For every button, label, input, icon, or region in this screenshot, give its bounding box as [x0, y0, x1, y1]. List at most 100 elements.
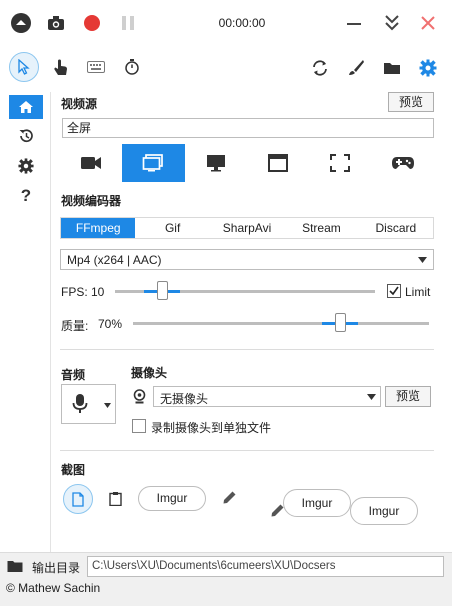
stopwatch-icon — [125, 59, 139, 75]
mode-region[interactable] — [309, 144, 372, 182]
recording-timer: 00:00:00 — [218, 16, 266, 30]
mode-game[interactable] — [371, 144, 434, 182]
tab-stream[interactable]: Stream — [284, 218, 358, 238]
imgur-toggle[interactable]: Imgur — [138, 486, 206, 511]
folder-icon — [7, 560, 23, 572]
sidebar-item-settings[interactable] — [9, 155, 43, 177]
tab-sharpavi[interactable]: SharpAvi — [210, 218, 284, 238]
screenshot-button[interactable] — [46, 13, 66, 33]
monitor-icon — [206, 155, 225, 172]
clipboard-toggle[interactable] — [106, 489, 124, 507]
quality-value: 70% — [98, 317, 123, 331]
cursor-icon — [18, 59, 30, 75]
quality-slider-thumb[interactable] — [335, 313, 346, 332]
video-source-field[interactable]: 全屏 — [62, 118, 434, 138]
imgur-toggle-3[interactable]: Imgur — [350, 497, 418, 525]
screenshot-label: 截图 — [61, 463, 86, 477]
encoder-tabs: FFmpeg Gif SharpAvi Stream Discard — [60, 217, 434, 239]
save-to-disk-toggle[interactable] — [63, 484, 93, 514]
chevron-down-icon — [367, 394, 376, 400]
record-button[interactable] — [82, 13, 102, 33]
sidebar-item-help[interactable]: ? — [9, 185, 43, 207]
separate-file-checkbox[interactable] — [132, 419, 146, 433]
minimize-button[interactable] — [344, 14, 364, 34]
quality-slider-track — [133, 322, 429, 325]
webcam-select[interactable]: 无摄像头 — [153, 386, 381, 407]
pause-button[interactable] — [118, 13, 138, 33]
brush-icon — [349, 60, 364, 75]
codec-select[interactable]: Mp4 (x264 | AAC) — [60, 249, 434, 270]
imgur-toggle-2[interactable]: Imgur — [283, 489, 351, 517]
microphone-dropdown[interactable] — [61, 384, 116, 424]
refresh-button[interactable] — [310, 58, 330, 78]
collapse-icon — [11, 13, 31, 33]
title-bar: 00:00:00 — [0, 0, 452, 48]
refresh-icon — [313, 60, 327, 76]
editor-toggle[interactable] — [220, 488, 238, 506]
fps-label: FPS: — [61, 285, 88, 299]
webcam-icon — [133, 388, 145, 403]
webcam-indicator — [132, 388, 146, 404]
minimize-to-tray-button[interactable] — [382, 12, 402, 34]
double-chevron-down-icon — [385, 15, 399, 31]
open-output-folder-button[interactable] — [382, 58, 402, 78]
sidebar-divider — [50, 92, 51, 552]
video-encoder-label: 视频编码器 — [61, 194, 122, 208]
output-folder-label: 输出目录 — [32, 561, 81, 575]
microphone-icon — [72, 394, 88, 413]
output-path-field[interactable]: C:\Users\XU\Documents\6cumeers\XU\Docser… — [87, 556, 444, 577]
tab-ffmpeg[interactable]: FFmpeg — [61, 218, 136, 238]
settings-button[interactable] — [418, 58, 438, 78]
document-icon — [72, 491, 84, 507]
keystrokes-toggle[interactable] — [86, 60, 106, 74]
tab-discard[interactable]: Discard — [359, 218, 433, 238]
close-button[interactable] — [418, 13, 438, 33]
chevron-down-icon — [418, 257, 427, 263]
home-icon — [19, 101, 33, 113]
pencil-icon — [223, 491, 235, 503]
tool-row — [0, 50, 452, 88]
collapse-button[interactable] — [10, 12, 32, 34]
clicks-toggle[interactable] — [52, 58, 70, 78]
close-icon — [421, 16, 435, 30]
fps-slider[interactable] — [115, 281, 375, 301]
quality-slider[interactable] — [133, 313, 429, 333]
folder-icon — [384, 63, 400, 74]
camera-icon — [81, 157, 102, 169]
output-folder-button[interactable] — [6, 558, 24, 574]
video-source-label: 视频源 — [61, 97, 98, 111]
draw-button[interactable] — [346, 58, 366, 78]
section-divider — [60, 349, 434, 350]
copyright-text: © Mathew Sachin — [6, 581, 101, 595]
quality-label: 质量: — [61, 319, 89, 333]
help-icon: ? — [20, 186, 32, 205]
fps-slider-thumb[interactable] — [157, 281, 168, 300]
mode-screen[interactable] — [122, 144, 185, 182]
webcam-preview-button[interactable]: 预览 — [385, 386, 431, 407]
chevron-down-icon — [104, 403, 111, 408]
audio-label: 音频 — [61, 368, 86, 382]
checkmark-icon — [389, 286, 399, 296]
clipboard-icon — [108, 491, 122, 506]
mode-webcam[interactable] — [60, 144, 123, 182]
record-icon — [84, 15, 100, 31]
minimize-icon — [347, 23, 361, 25]
status-bar: 输出目录 C:\Users\XU\Documents\6cumeers\XU\D… — [0, 552, 452, 606]
tab-gif[interactable]: Gif — [135, 218, 209, 238]
video-source-preview-button[interactable]: 预览 — [388, 92, 434, 112]
camera-icon — [48, 16, 64, 30]
webcam-select-value: 无摄像头 — [160, 392, 209, 406]
gear-icon — [419, 59, 437, 77]
settings-icon — [18, 158, 34, 174]
video-source-mode-bar — [60, 144, 434, 182]
sidebar-item-home[interactable] — [9, 95, 43, 119]
mode-monitor[interactable] — [184, 144, 247, 182]
gamepad-icon — [391, 157, 414, 169]
mode-window[interactable] — [246, 144, 310, 182]
sidebar-item-history[interactable] — [9, 125, 43, 147]
history-icon — [19, 129, 33, 143]
region-icon — [330, 154, 351, 172]
limit-checkbox[interactable] — [387, 284, 401, 298]
cursor-toggle[interactable] — [9, 52, 39, 82]
timer-toggle[interactable] — [123, 58, 141, 76]
